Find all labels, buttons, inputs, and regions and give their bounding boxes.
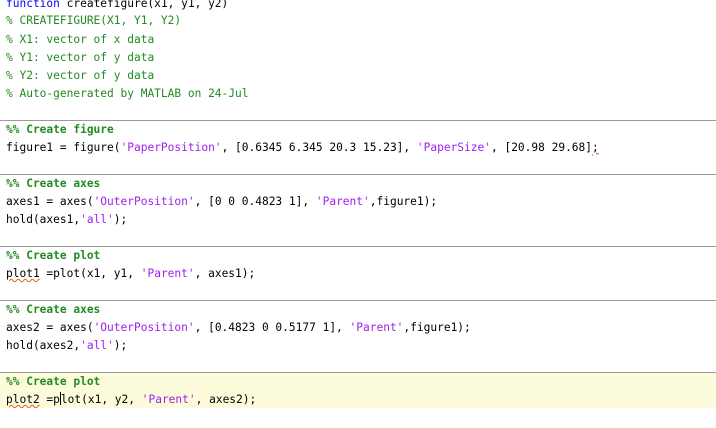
code-text: hold(axes1, [6, 213, 81, 226]
code-text: ,figure1); [369, 195, 438, 208]
code-text: ); [113, 339, 128, 352]
code-text: , axes2); [195, 393, 257, 406]
string-literal: 'Parent' [140, 267, 195, 280]
code-line-4[interactable]: % Y1: vector of y data [6, 49, 154, 67]
code-text: =p [39, 393, 60, 406]
code-text: ,figure1); [403, 321, 471, 334]
code-text: axes2 = axes( [6, 321, 94, 334]
code-text: axes1 = axes( [6, 195, 94, 208]
cell-title-create-figure[interactable]: %% Create figure [6, 121, 114, 139]
code-text: , [0.6345 6.345 20.3 15.23], [221, 141, 417, 154]
code-text: , [0 0 0.4823 1], [194, 195, 316, 208]
string-literal: 'Parent' [349, 321, 404, 334]
cell-divider [0, 372, 716, 373]
cell-title-create-plot-2[interactable]: %% Create plot [6, 373, 100, 391]
code-text: ); [113, 213, 128, 226]
code-line-hold-axes2[interactable]: hold(axes2,'all'); [6, 337, 127, 355]
string-literal: 'Parent' [315, 195, 370, 208]
string-literal: 'PaperSize' [416, 141, 491, 154]
code-line-axes2[interactable]: axes2 = axes('OuterPosition', [0.4823 0 … [6, 319, 471, 337]
string-literal: 'OuterPosition' [93, 321, 195, 334]
string-literal: 'all' [80, 339, 114, 352]
code-text: , axes1); [194, 267, 256, 280]
code-text: lot(x1, y2, [60, 393, 142, 406]
string-literal: 'OuterPosition' [93, 195, 195, 208]
code-text: figure1 = figure( [6, 141, 121, 154]
code-line-axes1[interactable]: axes1 = axes('OuterPosition', [0 0 0.482… [6, 193, 437, 211]
function-keyword: function [6, 0, 60, 10]
cell-divider [0, 174, 716, 175]
code-editor[interactable]: function createfigure(x1, y1, y2) % CREA… [0, 0, 716, 428]
code-line-plot1[interactable]: plot1 =plot(x1, y1, 'Parent', axes1); [6, 265, 255, 283]
warning-squiggle[interactable]: plot1 [6, 267, 40, 280]
warning-squiggle[interactable]: plot2 [6, 393, 40, 406]
code-line-5[interactable]: % Y2: vector of y data [6, 67, 154, 85]
code-text: , [0.4823 0 0.5177 1], [194, 321, 350, 334]
cell-title-create-plot-1[interactable]: %% Create plot [6, 247, 100, 265]
code-line-figure[interactable]: figure1 = figure('PaperPosition', [0.634… [6, 139, 599, 157]
code-text: , [20.98 29.68] [490, 141, 593, 154]
warning-squiggle[interactable]: ; [592, 141, 599, 154]
code-line-plot2[interactable]: plot2 =plot(x1, y2, 'Parent', axes2); [6, 391, 256, 409]
code-line-6[interactable]: % Auto-generated by MATLAB on 24-Jul [6, 85, 248, 103]
cell-title-create-axes-1[interactable]: %% Create axes [6, 175, 100, 193]
cell-title-create-axes-2[interactable]: %% Create axes [6, 301, 100, 319]
code-line-2[interactable]: % CREATEFIGURE(X1, Y1, Y2) [6, 12, 181, 30]
code-line-hold-axes1[interactable]: hold(axes1,'all'); [6, 211, 127, 229]
string-literal: 'PaperPosition' [120, 141, 222, 154]
string-literal: 'all' [80, 213, 114, 226]
cell-divider [0, 246, 716, 247]
cell-divider [0, 300, 716, 301]
string-literal: 'Parent' [141, 393, 196, 406]
code-text: =plot(x1, y1, [39, 267, 141, 280]
code-line-3[interactable]: % X1: vector of x data [6, 31, 154, 49]
function-signature: createfigure(x1, y1, y2) [59, 0, 229, 10]
code-text: hold(axes2, [6, 339, 81, 352]
